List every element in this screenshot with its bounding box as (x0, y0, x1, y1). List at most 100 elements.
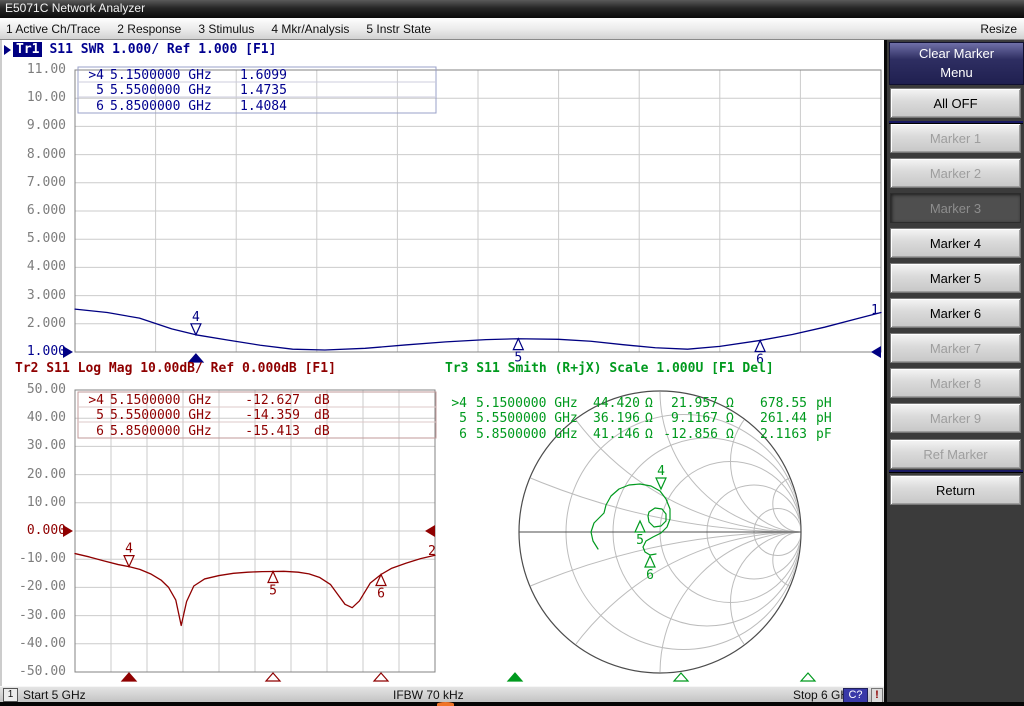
readout-cell: -14.359 (240, 408, 300, 423)
resize-button[interactable]: Resize (980, 22, 1017, 36)
readout-cell: 9.1167 (659, 411, 718, 426)
readout-cell: -12.627 (240, 393, 300, 408)
trace3-marker-readout: >45.1500000 GHz44.420Ω21.957Ω678.55pH55.… (443, 396, 832, 442)
readout-cell: 6 (80, 99, 104, 114)
readout-cell: >4 (80, 68, 104, 83)
readout-cell: Ω (645, 411, 659, 426)
svg-text:4: 4 (125, 542, 133, 557)
readout-cell: 5.8500000 GHz (476, 427, 588, 442)
readout-cell: 1.6099 (240, 68, 287, 83)
bottom-border (0, 702, 1024, 706)
softkey-separator (889, 470, 1023, 473)
marker-readout-row: 65.8500000 GHz-15.413dB (80, 424, 330, 439)
svg-text:6: 6 (377, 586, 385, 601)
softkey-all-off[interactable]: All OFF (890, 88, 1021, 118)
marker-readout-row: 65.8500000 GHz1.4084 (80, 99, 287, 114)
readout-cell: >4 (443, 396, 467, 411)
readout-cell: pF (816, 427, 832, 442)
readout-cell: pH (816, 396, 832, 411)
tick-label: -20.00 (4, 579, 66, 594)
tick-label: 2.000 (4, 316, 66, 331)
svg-text:4: 4 (192, 310, 200, 325)
tick-label: 50.00 (4, 382, 66, 397)
softkey-separator (889, 121, 1023, 124)
menu-item-1-active-ch-trace[interactable]: 1 Active Ch/Trace (0, 18, 111, 36)
readout-cell: Ω (726, 411, 740, 426)
tick-label: 10.00 (4, 90, 66, 105)
tick-label: -10.00 (4, 551, 66, 566)
readout-cell: 5.1500000 GHz (476, 396, 588, 411)
readout-cell: -12.856 (659, 427, 718, 442)
trace1-header: Tr1 S11 SWR 1.000/ Ref 1.000 [F1] (4, 42, 276, 57)
softkey-marker-6[interactable]: Marker 6 (890, 298, 1021, 328)
softkey-menu-title: Clear Marker Menu (889, 42, 1024, 85)
readout-cell: dB (314, 424, 330, 439)
tick-label: 5.000 (4, 231, 66, 246)
svg-text:2: 2 (428, 544, 436, 559)
tick-label: 1.000 (4, 344, 66, 359)
menu-item-4-mkr-analysis[interactable]: 4 Mkr/Analysis (265, 18, 360, 36)
tick-label: 3.000 (4, 288, 66, 303)
softkey-marker-1: Marker 1 (890, 123, 1021, 153)
softkey-marker-3[interactable]: Marker 3 (890, 193, 1021, 223)
readout-cell: 5.5500000 GHz (110, 408, 240, 423)
menu-items: 1 Active Ch/Trace2 Response3 Stimulus4 M… (0, 22, 442, 36)
tick-label: 20.00 (4, 467, 66, 482)
readout-cell: 6 (443, 427, 467, 442)
tick-label: 30.00 (4, 438, 66, 453)
readout-cell: 5.1500000 GHz (110, 68, 240, 83)
svg-text:1: 1 (871, 303, 879, 318)
svg-text:5: 5 (269, 583, 277, 598)
readout-cell: 5.5500000 GHz (476, 411, 588, 426)
readout-cell: 21.957 (659, 396, 718, 411)
menu-item-2-response[interactable]: 2 Response (111, 18, 192, 36)
trace1-title: S11 SWR 1.000/ Ref 1.000 [F1] (49, 42, 276, 57)
softkey-marker-8: Marker 8 (890, 368, 1021, 398)
softkey-return[interactable]: Return (890, 475, 1021, 505)
menu-item-3-stimulus[interactable]: 3 Stimulus (192, 18, 265, 36)
readout-cell: 5 (80, 408, 104, 423)
menu-item-5-instr-state[interactable]: 5 Instr State (360, 18, 442, 36)
marker-readout-row: 65.8500000 GHz41.146Ω-12.856Ω2.1163pF (443, 427, 832, 442)
title-bar[interactable]: E5071C Network Analyzer (0, 0, 1024, 18)
marker-readout-row: 55.5500000 GHz1.4735 (80, 83, 287, 98)
start-frequency: Start 5 GHz (23, 688, 86, 702)
readout-cell: 6 (80, 424, 104, 439)
ifbw-indicator: IFBW 70 kHz (393, 688, 464, 702)
readout-cell: Ω (726, 396, 740, 411)
softkey-marker-5[interactable]: Marker 5 (890, 263, 1021, 293)
tick-label: -40.00 (4, 636, 66, 651)
tick-label: 4.000 (4, 259, 66, 274)
tick-label: 8.000 (4, 147, 66, 162)
trace2-header: Tr2 S11 Log Mag 10.00dB/ Ref 0.000dB [F1… (15, 361, 336, 376)
marker-readout-row: 55.5500000 GHz36.196Ω9.1167Ω261.44pH (443, 411, 832, 426)
readout-cell: 44.420 (588, 396, 640, 411)
readout-cell: >4 (80, 393, 104, 408)
trace1-chip: Tr1 (13, 42, 42, 57)
tick-label: -50.00 (4, 664, 66, 679)
channel-indicator: 1 (3, 688, 18, 702)
softkey-ref-marker: Ref Marker (890, 439, 1021, 469)
readout-cell: dB (314, 393, 330, 408)
tick-label: 7.000 (4, 175, 66, 190)
tick-label: 0.000 (4, 523, 66, 538)
marker-readout-row: >4 5.1500000 GHz1.6099 (80, 68, 287, 83)
tick-label: 40.00 (4, 410, 66, 425)
readout-cell: 1.4735 (240, 83, 287, 98)
readout-cell: -15.413 (240, 424, 300, 439)
softkey-sidebar: Clear Marker Menu All OFF Marker 1 Marker … (884, 40, 1024, 702)
readout-cell: Ω (645, 396, 659, 411)
readout-cell: 36.196 (588, 411, 640, 426)
taskbar-glow (437, 702, 454, 706)
readout-cell: 41.146 (588, 427, 640, 442)
softkey-marker-7: Marker 7 (890, 333, 1021, 363)
trace3-header: Tr3 S11 Smith (R+jX) Scale 1.000U [F1 De… (445, 361, 774, 376)
softkey-marker-4[interactable]: Marker 4 (890, 228, 1021, 258)
status-bar: 1 Start 5 GHz IFBW 70 kHz Stop 6 GHz C? … (0, 686, 884, 702)
readout-cell: 5.8500000 GHz (110, 99, 240, 114)
tick-label: 6.000 (4, 203, 66, 218)
readout-cell: 2.1163 (740, 427, 807, 442)
readout-cell: 261.44 (740, 411, 807, 426)
tick-label: 10.00 (4, 495, 66, 510)
tick-label: -30.00 (4, 608, 66, 623)
